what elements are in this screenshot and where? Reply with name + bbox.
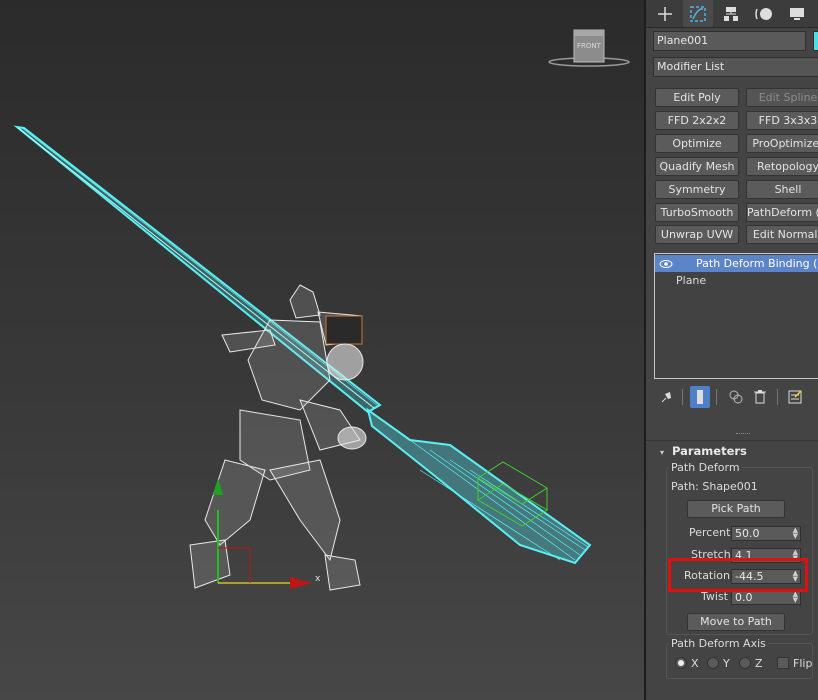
percent-value: 50.0 (735, 527, 760, 540)
pick-path-button[interactable]: Pick Path (687, 500, 785, 518)
axis-z-radio[interactable] (739, 657, 751, 669)
make-unique-button[interactable] (726, 386, 746, 408)
ffd-2x2x2-button[interactable]: FFD 2x2x2 (655, 111, 739, 130)
edit-normals-button[interactable]: Edit Normals (746, 225, 818, 244)
path-deform-axis-title: Path Deform Axis (669, 637, 768, 650)
motion-icon (755, 7, 772, 20)
toolbar-divider (777, 389, 778, 405)
percent-label: Percent (689, 526, 731, 539)
axis-x-label: X (691, 657, 699, 670)
axis-y-label: Y (723, 657, 730, 670)
create-icon (658, 6, 672, 21)
unwrap-uvw-button[interactable]: Unwrap UVW (655, 225, 739, 244)
shell-button[interactable]: Shell (746, 180, 818, 199)
command-panel: Plane001 Modifier List Edit Poly Edit Sp… (646, 0, 818, 700)
flip-label: Flip (793, 657, 813, 670)
stack-item-path-deform-binding[interactable]: Path Deform Binding (WSM) (655, 255, 818, 272)
spinner-arrows-icon[interactable]: ▲ ▼ (793, 591, 798, 604)
edit-poly-button[interactable]: Edit Poly (655, 88, 739, 107)
stack-item-label: Plane (676, 274, 707, 287)
display-icon (790, 7, 804, 20)
motion-tab[interactable] (749, 0, 779, 27)
axis-y-radio[interactable] (707, 657, 719, 669)
pathdeform-wsm-button[interactable]: PathDeform (W (746, 203, 818, 222)
spinner-arrows-icon[interactable]: ▲ ▼ (793, 527, 798, 540)
optimize-button[interactable]: Optimize (655, 134, 739, 153)
pin-icon (661, 392, 671, 403)
eye-icon[interactable] (659, 259, 673, 269)
configure-icon (788, 390, 802, 404)
pin-stack-button[interactable] (656, 386, 676, 408)
hierarchy-tab[interactable] (716, 0, 746, 27)
path-deform-group-title: Path Deform (669, 461, 742, 474)
edit-spline-button[interactable]: Edit Spline (746, 88, 818, 107)
stack-item-label: Path Deform Binding (WSM) (696, 257, 818, 270)
axis-z-label: Z (755, 657, 763, 670)
make-unique-icon (729, 390, 743, 404)
twist-spinner[interactable]: 0.0 ▲ ▼ (731, 590, 801, 605)
object-color-swatch[interactable] (813, 31, 818, 51)
path-deform-axis-group: Path Deform Axis X Y Z Flip (666, 637, 813, 679)
stack-toolbar (654, 386, 818, 408)
axis-x-radio[interactable] (675, 657, 687, 669)
x-axis-label: x (315, 574, 321, 584)
collapse-arrow-icon[interactable]: ▾ (660, 448, 664, 457)
twist-value: 0.0 (735, 591, 753, 604)
toolbar-divider (682, 389, 683, 405)
show-end-result-button[interactable] (690, 386, 710, 408)
modify-tab[interactable] (683, 0, 713, 27)
flip-checkbox[interactable] (777, 657, 789, 669)
configure-sets-button[interactable] (785, 386, 805, 408)
rollout-separator (646, 440, 818, 441)
prooptimizer-button[interactable]: ProOptimizer (746, 134, 818, 153)
viewcube[interactable]: FRONT (548, 29, 630, 67)
ffd-3x3x3-button[interactable]: FFD 3x3x3 (746, 111, 818, 130)
move-to-path-button[interactable]: Move to Path (687, 613, 785, 631)
display-tab[interactable] (782, 0, 812, 27)
modifier-stack[interactable]: Path Deform Binding (WSM) Plane (654, 253, 818, 379)
hierarchy-icon (724, 6, 738, 21)
symmetry-button[interactable]: Symmetry (655, 180, 739, 199)
character-mesh[interactable] (189, 284, 367, 591)
parameters-rollout-title[interactable]: Parameters (672, 444, 747, 458)
trash-icon (754, 390, 766, 404)
panel-resize-grip[interactable] (736, 433, 750, 436)
rotation-highlight-box (668, 558, 808, 592)
viewcube-front-label: FRONT (577, 42, 602, 50)
retopology-button[interactable]: Retopology (746, 157, 818, 176)
turbosmooth-button[interactable]: TurboSmooth (655, 203, 739, 222)
viewport-scene: FRONT x (13, 29, 630, 591)
modify-icon (690, 5, 706, 22)
command-panel-tabs (646, 0, 818, 28)
perspective-viewport[interactable]: FRONT x (0, 0, 644, 700)
object-name-field[interactable]: Plane001 (653, 31, 806, 51)
percent-spinner[interactable]: 50.0 ▲ ▼ (731, 526, 801, 541)
show-end-result-icon (697, 390, 703, 404)
create-tab[interactable] (650, 0, 680, 27)
path-deform-group: Path Deform Path: Shape001 Pick Path Per… (666, 461, 813, 635)
stack-item-plane[interactable]: Plane (655, 272, 818, 289)
toolbar-divider (716, 389, 717, 405)
remove-modifier-button[interactable] (750, 386, 770, 408)
modifier-list-dropdown[interactable]: Modifier List (653, 57, 818, 77)
path-label: Path: Shape001 (671, 480, 758, 493)
quadify-mesh-button[interactable]: Quadify Mesh (655, 157, 739, 176)
